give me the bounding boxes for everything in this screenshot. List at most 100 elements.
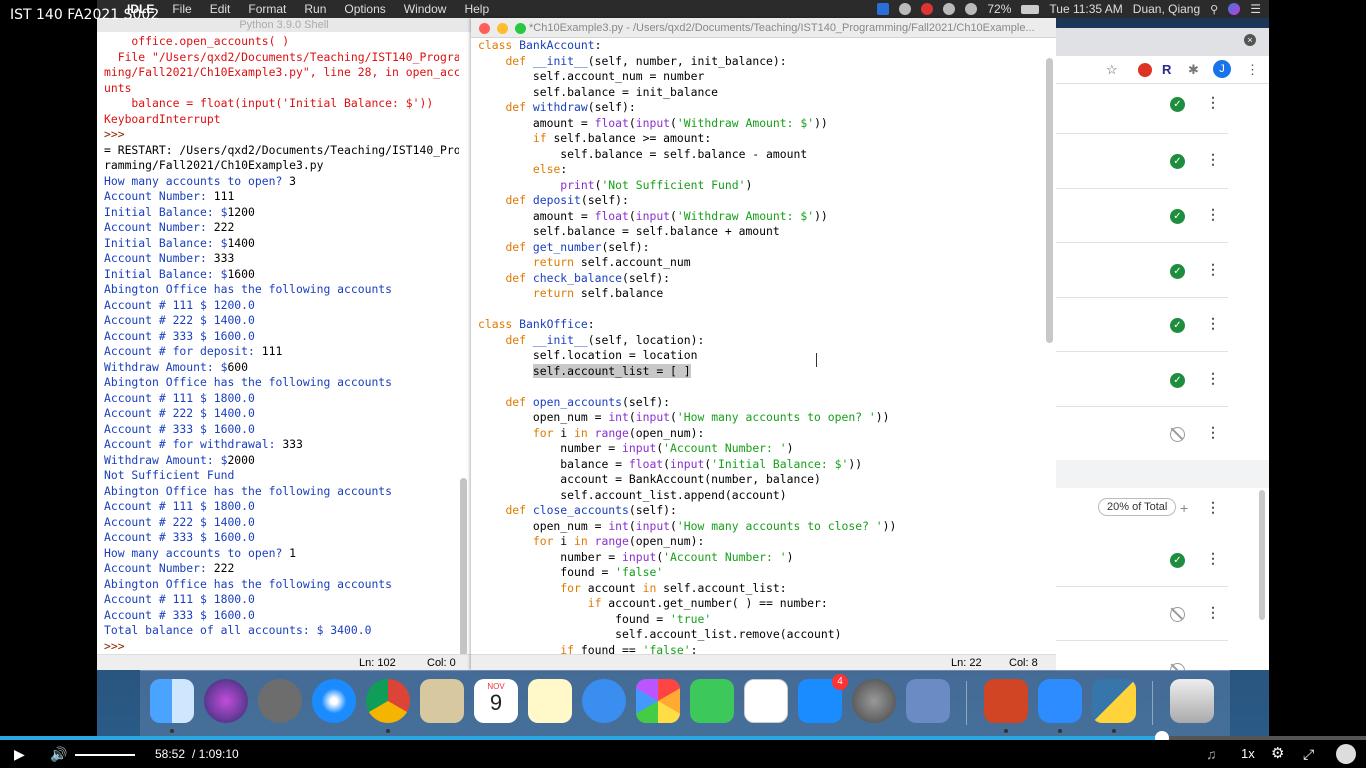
playback-speed-button[interactable]: 1x <box>1241 740 1255 768</box>
exit-fullscreen-icon[interactable]: ⤢ <box>1303 740 1314 768</box>
shell-output[interactable]: office.open_accounts( ) File "/Users/qxd… <box>97 32 459 656</box>
list-item[interactable]: ✓ ⋮ <box>1056 243 1228 298</box>
list-item[interactable]: ✓ ⋮ <box>1056 298 1228 352</box>
r-extension-icon[interactable]: R <box>1162 62 1171 77</box>
check-circle-icon: ✓ <box>1170 553 1185 568</box>
list-item[interactable]: ⋮ <box>1056 587 1228 641</box>
minimize-window-icon[interactable] <box>497 23 508 34</box>
more-options-icon[interactable]: ⋮ <box>1206 94 1220 111</box>
more-options-icon[interactable]: ⋮ <box>1206 315 1220 332</box>
list-item[interactable] <box>1056 641 1228 670</box>
menu-help[interactable]: Help <box>464 2 489 16</box>
dock-separator <box>1152 681 1153 725</box>
menu-window[interactable]: Window <box>404 2 447 16</box>
preview-icon[interactable] <box>420 679 464 723</box>
list-item[interactable]: ✓ ⋮ <box>1056 532 1228 587</box>
messages-icon[interactable] <box>582 679 626 723</box>
more-options-icon[interactable]: ⋮ <box>1206 550 1220 567</box>
add-icon[interactable]: + <box>1180 500 1188 516</box>
profile-avatar[interactable]: J <box>1213 60 1231 78</box>
spotlight-icon[interactable]: ⚲ <box>1210 3 1218 16</box>
browser-menu-icon[interactable]: ⋮ <box>1246 62 1259 78</box>
wifi-icon[interactable] <box>943 3 956 15</box>
notes-icon[interactable] <box>528 679 572 723</box>
system-preferences-icon[interactable] <box>852 679 896 723</box>
dock-separator <box>966 681 967 725</box>
close-window-icon[interactable] <box>479 23 490 34</box>
finder-icon[interactable] <box>150 679 194 723</box>
virtualbox-icon[interactable] <box>906 679 950 723</box>
siri-icon[interactable] <box>204 679 248 723</box>
editor-column-number: Col: 8 <box>1009 657 1038 669</box>
browser-toolbar: ☆ R ✱ J ⋮ <box>1056 56 1269 84</box>
safari-icon[interactable] <box>312 679 356 723</box>
editor-titlebar[interactable]: *Ch10Example3.py - /Users/qxd2/Documents… <box>471 18 1056 38</box>
mac-dock: NOV 9 4 <box>140 670 1230 736</box>
menu-run[interactable]: Run <box>304 2 326 16</box>
more-options-icon[interactable]: ⋮ <box>1206 370 1220 387</box>
list-item[interactable]: ✓ ⋮ <box>1056 352 1228 407</box>
list-item[interactable]: ✓ ⋮ <box>1056 189 1228 243</box>
battery-percent[interactable]: 72% <box>987 2 1011 16</box>
volume-icon[interactable]: 🔊 <box>50 740 67 768</box>
menu-format[interactable]: Format <box>248 2 286 16</box>
list-item[interactable]: ✓ ⋮ <box>1056 134 1228 189</box>
more-options-icon[interactable]: ⋮ <box>1206 499 1220 516</box>
close-tab-icon[interactable]: × <box>1244 34 1256 46</box>
status-list-lower: ✓ ⋮ ⋮ <box>1056 529 1228 670</box>
powerpoint-icon[interactable] <box>984 679 1028 723</box>
browser-scrollbar[interactable] <box>1259 490 1265 620</box>
settings-gear-icon[interactable]: ⚙ <box>1271 740 1284 768</box>
launchpad-icon[interactable] <box>258 679 302 723</box>
record-icon[interactable] <box>921 3 934 15</box>
textedit-icon[interactable] <box>744 679 788 723</box>
adblock-extension-icon[interactable] <box>1138 63 1152 77</box>
volume-icon[interactable] <box>965 3 978 15</box>
zoom-icon[interactable] <box>1038 679 1082 723</box>
menu-options[interactable]: Options <box>344 2 385 16</box>
python-idle-icon[interactable] <box>1092 679 1136 723</box>
more-options-icon[interactable]: ⋮ <box>1206 151 1220 168</box>
shell-column-number: Col: 0 <box>427 657 456 669</box>
check-circle-icon: ✓ <box>1170 318 1185 333</box>
mac-menubar: IDLE File Edit Format Run Options Window… <box>97 0 1269 18</box>
audio-track-icon[interactable]: ♫ <box>1206 740 1217 768</box>
more-options-icon[interactable]: ⋮ <box>1206 424 1220 441</box>
percent-badge[interactable]: 20% of Total <box>1098 498 1177 516</box>
more-options-icon[interactable]: ⋮ <box>1206 206 1220 223</box>
zoom-window-icon[interactable] <box>515 23 526 34</box>
shield-icon[interactable] <box>877 3 890 15</box>
extensions-puzzle-icon[interactable]: ✱ <box>1188 62 1199 78</box>
menu-edit[interactable]: Edit <box>210 2 231 16</box>
play-icon[interactable]: ▶ <box>14 740 25 768</box>
trash-icon[interactable] <box>1170 679 1214 723</box>
shell-scrollbar[interactable] <box>460 478 467 668</box>
cloud-icon[interactable] <box>899 3 912 15</box>
shell-statusbar: Ln: 102 Col: 0 <box>97 654 471 670</box>
menubar-user[interactable]: Duan, Qiang <box>1133 2 1200 16</box>
list-item[interactable]: ✓ ⋮ <box>1056 84 1228 134</box>
running-indicator <box>1058 729 1062 733</box>
code-editor[interactable]: class BankAccount: def __init__(self, nu… <box>471 38 1047 654</box>
volume-slider[interactable] <box>75 754 135 756</box>
photos-icon[interactable] <box>636 679 680 723</box>
battery-icon <box>1021 4 1040 14</box>
facetime-icon[interactable] <box>690 679 734 723</box>
editor-scrollbar[interactable] <box>1046 58 1053 343</box>
penn-state-shield-icon[interactable] <box>1336 744 1356 764</box>
app-store-icon[interactable]: 4 <box>798 674 848 723</box>
chrome-icon[interactable] <box>366 679 410 723</box>
more-options-icon[interactable]: ⋮ <box>1206 604 1220 621</box>
calendar-day: 9 <box>489 690 503 715</box>
editor-window: *Ch10Example3.py - /Users/qxd2/Documents… <box>471 18 1056 670</box>
menubar-clock[interactable]: Tue 11:35 AM <box>1049 2 1122 16</box>
siri-icon[interactable] <box>1228 3 1241 15</box>
list-item[interactable]: ⋮ <box>1056 407 1228 461</box>
bookmark-star-icon[interactable]: ☆ <box>1106 62 1118 78</box>
control-center-icon[interactable]: ☰ <box>1250 2 1261 16</box>
calendar-icon[interactable]: NOV 9 <box>474 679 518 723</box>
editor-title: *Ch10Example3.py - /Users/qxd2/Documents… <box>529 22 1035 34</box>
more-options-icon[interactable]: ⋮ <box>1206 261 1220 278</box>
blocked-icon <box>1170 607 1185 622</box>
menu-file[interactable]: File <box>172 2 191 16</box>
